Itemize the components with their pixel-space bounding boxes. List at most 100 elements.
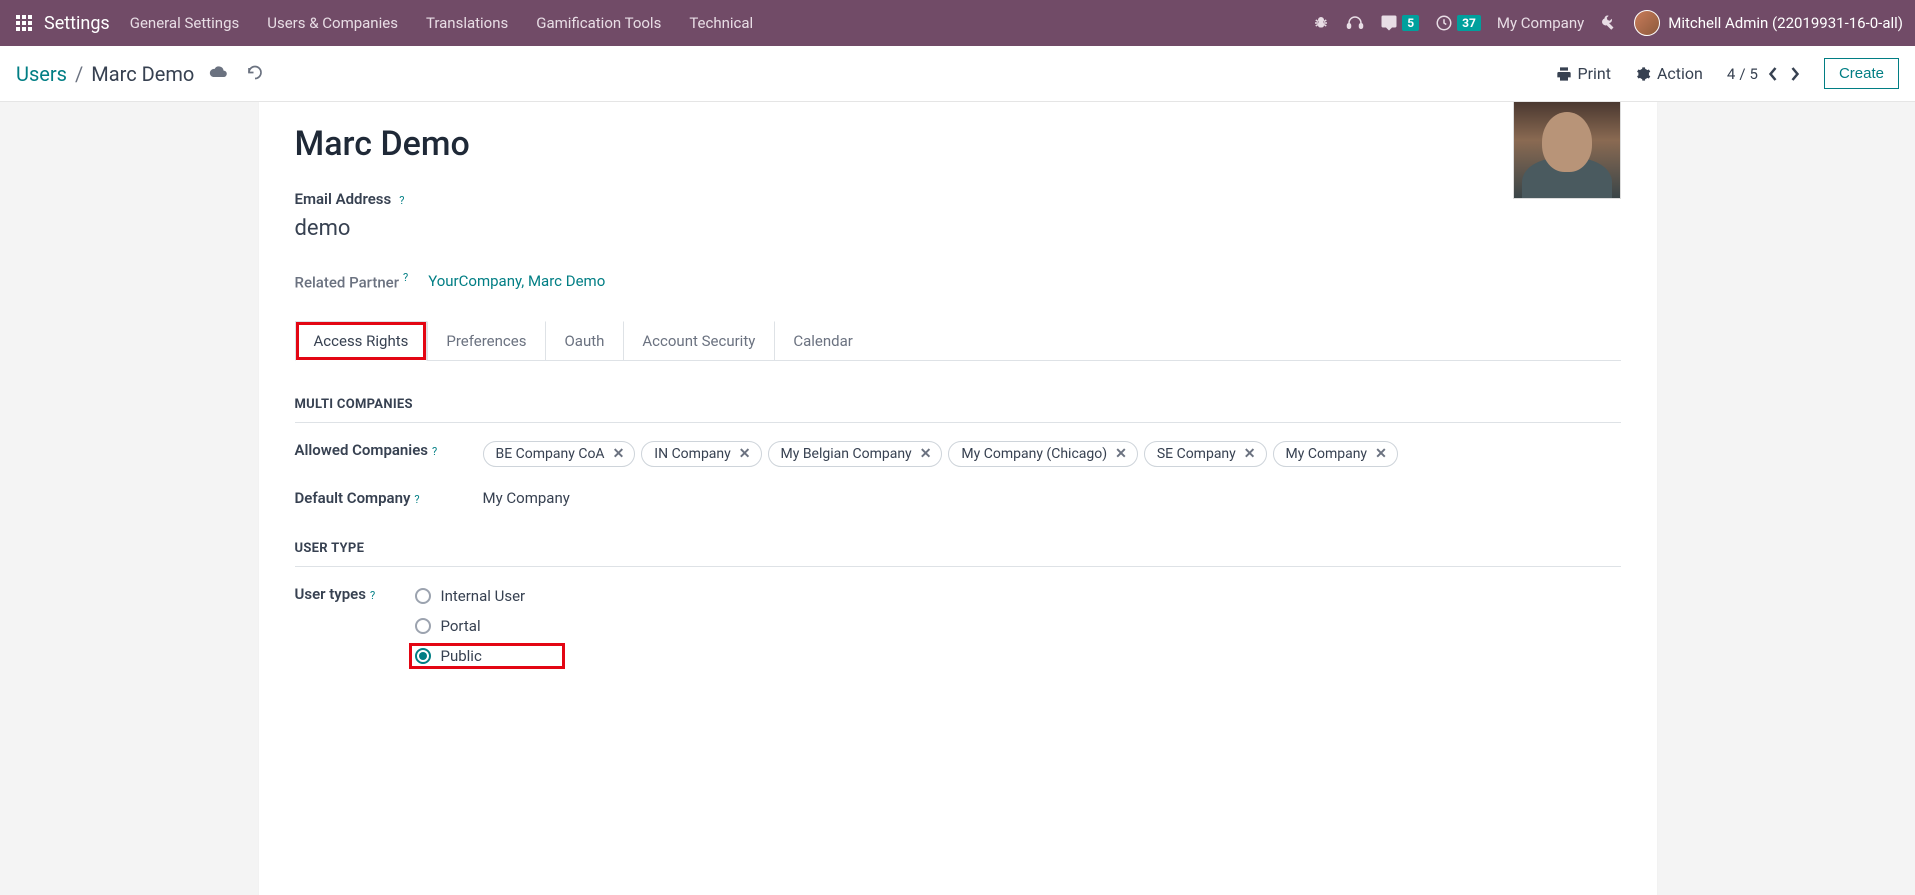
- user-types-label: User types: [295, 585, 366, 603]
- allowed-companies-tags[interactable]: BE Company CoA✕ IN Company ✕ My Belgian C…: [483, 441, 1398, 467]
- email-field-label: Email Address: [295, 190, 392, 208]
- user-menu[interactable]: Mitchell Admin (22019931-16-0-all): [1634, 10, 1903, 36]
- pager-prev-button[interactable]: [1768, 66, 1779, 82]
- partner-link[interactable]: YourCompany, Marc Demo: [428, 272, 605, 290]
- tab-account-security[interactable]: Account Security: [623, 321, 774, 360]
- apps-grid-icon: [16, 15, 32, 31]
- company-tag[interactable]: IN Company ✕: [641, 441, 761, 467]
- nav-menu: General Settings Users & Companies Trans…: [130, 14, 1312, 32]
- chevron-right-icon: [1789, 66, 1800, 82]
- action-dropdown[interactable]: Action: [1635, 64, 1703, 83]
- radio-label: Public: [441, 647, 482, 665]
- tools-icon[interactable]: [1600, 14, 1618, 32]
- allowed-companies-label: Allowed Companies: [295, 441, 429, 459]
- company-switcher[interactable]: My Company: [1497, 14, 1584, 32]
- allowed-companies-help-icon[interactable]: ?: [432, 445, 437, 458]
- tag-remove-icon[interactable]: ✕: [1115, 446, 1127, 462]
- tab-access-rights[interactable]: Access Rights: [295, 321, 428, 361]
- radio-checked-dot: [419, 652, 427, 660]
- print-label: Print: [1578, 64, 1611, 83]
- gear-icon: [1635, 66, 1651, 82]
- user-photo[interactable]: [1513, 102, 1621, 199]
- app-title[interactable]: Settings: [44, 13, 110, 34]
- default-company-value[interactable]: My Company: [483, 489, 570, 507]
- company-tag[interactable]: My Company ✕: [1273, 441, 1398, 467]
- tab-calendar[interactable]: Calendar: [774, 321, 872, 360]
- radio-button-icon[interactable]: [415, 648, 431, 664]
- undo-icon[interactable]: [246, 65, 264, 83]
- partner-help-icon[interactable]: ?: [403, 271, 408, 284]
- radio-label: Portal: [441, 617, 481, 635]
- company-tag[interactable]: My Company (Chicago) ✕: [948, 441, 1137, 467]
- tag-remove-icon[interactable]: ✕: [1375, 446, 1387, 462]
- nav-menu-users-companies[interactable]: Users & Companies: [267, 14, 398, 32]
- tab-preferences[interactable]: Preferences: [427, 321, 545, 360]
- radio-label: Internal User: [441, 587, 526, 605]
- section-user-type-title: USER TYPE: [295, 541, 1621, 556]
- apps-menu-button[interactable]: [12, 11, 36, 35]
- user-types-help-icon[interactable]: ?: [370, 589, 375, 602]
- default-company-help-icon[interactable]: ?: [414, 493, 419, 506]
- radio-public[interactable]: Public: [413, 645, 561, 667]
- username-label: Mitchell Admin (22019931-16-0-all): [1668, 14, 1903, 32]
- tab-oauth[interactable]: Oauth: [545, 321, 623, 360]
- cloud-status-icon[interactable]: [208, 65, 228, 83]
- action-label: Action: [1657, 64, 1703, 83]
- nav-menu-gamification[interactable]: Gamification Tools: [536, 14, 661, 32]
- company-tag[interactable]: SE Company ✕: [1144, 441, 1267, 467]
- activities-button[interactable]: 37: [1435, 14, 1481, 32]
- company-tag[interactable]: My Belgian Company ✕: [768, 441, 943, 467]
- tag-remove-icon[interactable]: ✕: [739, 446, 751, 462]
- form-sheet: Name Marc Demo Email Address ? demo Rela…: [259, 102, 1657, 895]
- pager-next-button[interactable]: [1789, 66, 1800, 82]
- clock-icon: [1435, 14, 1453, 32]
- tag-remove-icon[interactable]: ✕: [920, 446, 932, 462]
- user-avatar-icon: [1634, 10, 1660, 36]
- user-type-radio-group: Internal User Portal Public: [413, 585, 561, 667]
- pager-current[interactable]: 4: [1727, 65, 1735, 83]
- section-multi-companies-title: MULTI COMPANIES: [295, 397, 1621, 412]
- radio-portal[interactable]: Portal: [413, 615, 561, 637]
- highlight-box: [409, 643, 565, 669]
- tag-remove-icon[interactable]: ✕: [613, 446, 625, 462]
- partner-field-label: Related Partner: [295, 273, 400, 291]
- tag-label: My Belgian Company: [781, 446, 912, 462]
- tag-label: My Company (Chicago): [961, 446, 1107, 462]
- chevron-left-icon: [1768, 66, 1779, 82]
- print-icon: [1556, 66, 1572, 82]
- email-field-value[interactable]: demo: [295, 216, 1621, 241]
- section-divider: [295, 422, 1621, 423]
- tag-label: My Company: [1286, 446, 1368, 462]
- nav-menu-general-settings[interactable]: General Settings: [130, 14, 240, 32]
- breadcrumb-current: Marc Demo: [91, 62, 194, 86]
- support-icon[interactable]: [1346, 14, 1364, 32]
- user-name-heading[interactable]: Marc Demo: [295, 124, 1621, 164]
- chat-icon: [1380, 14, 1398, 32]
- breadcrumb-bar: Users / Marc Demo Print Action 4 / 5: [0, 46, 1915, 102]
- top-navbar: Settings General Settings Users & Compan…: [0, 0, 1915, 46]
- breadcrumb-separator: /: [75, 62, 83, 86]
- content-scroll-area[interactable]: Name Marc Demo Email Address ? demo Rela…: [0, 102, 1915, 895]
- print-button[interactable]: Print: [1556, 64, 1611, 83]
- form-tabs: Access Rights Preferences Oauth Account …: [295, 321, 1621, 361]
- messages-button[interactable]: 5: [1380, 14, 1419, 32]
- pager-total: 5: [1750, 65, 1758, 83]
- radio-internal-user[interactable]: Internal User: [413, 585, 561, 607]
- default-company-label: Default Company: [295, 489, 411, 507]
- tag-label: SE Company: [1157, 446, 1236, 462]
- radio-button-icon[interactable]: [415, 618, 431, 634]
- nav-menu-technical[interactable]: Technical: [689, 14, 753, 32]
- nav-menu-translations[interactable]: Translations: [426, 14, 508, 32]
- radio-button-icon[interactable]: [415, 588, 431, 604]
- nav-right-tray: 5 37 My Company Mitchell Admin (22019931…: [1312, 10, 1903, 36]
- breadcrumb: Users / Marc Demo: [16, 62, 194, 86]
- tab-access-rights-label: Access Rights: [314, 332, 409, 350]
- email-help-icon[interactable]: ?: [399, 194, 404, 207]
- tag-label: IN Company: [654, 446, 730, 462]
- company-tag[interactable]: BE Company CoA✕: [483, 441, 636, 467]
- section-divider: [295, 566, 1621, 567]
- breadcrumb-parent-link[interactable]: Users: [16, 62, 67, 86]
- debug-icon[interactable]: [1312, 14, 1330, 32]
- tag-remove-icon[interactable]: ✕: [1244, 446, 1256, 462]
- create-button[interactable]: Create: [1824, 58, 1899, 89]
